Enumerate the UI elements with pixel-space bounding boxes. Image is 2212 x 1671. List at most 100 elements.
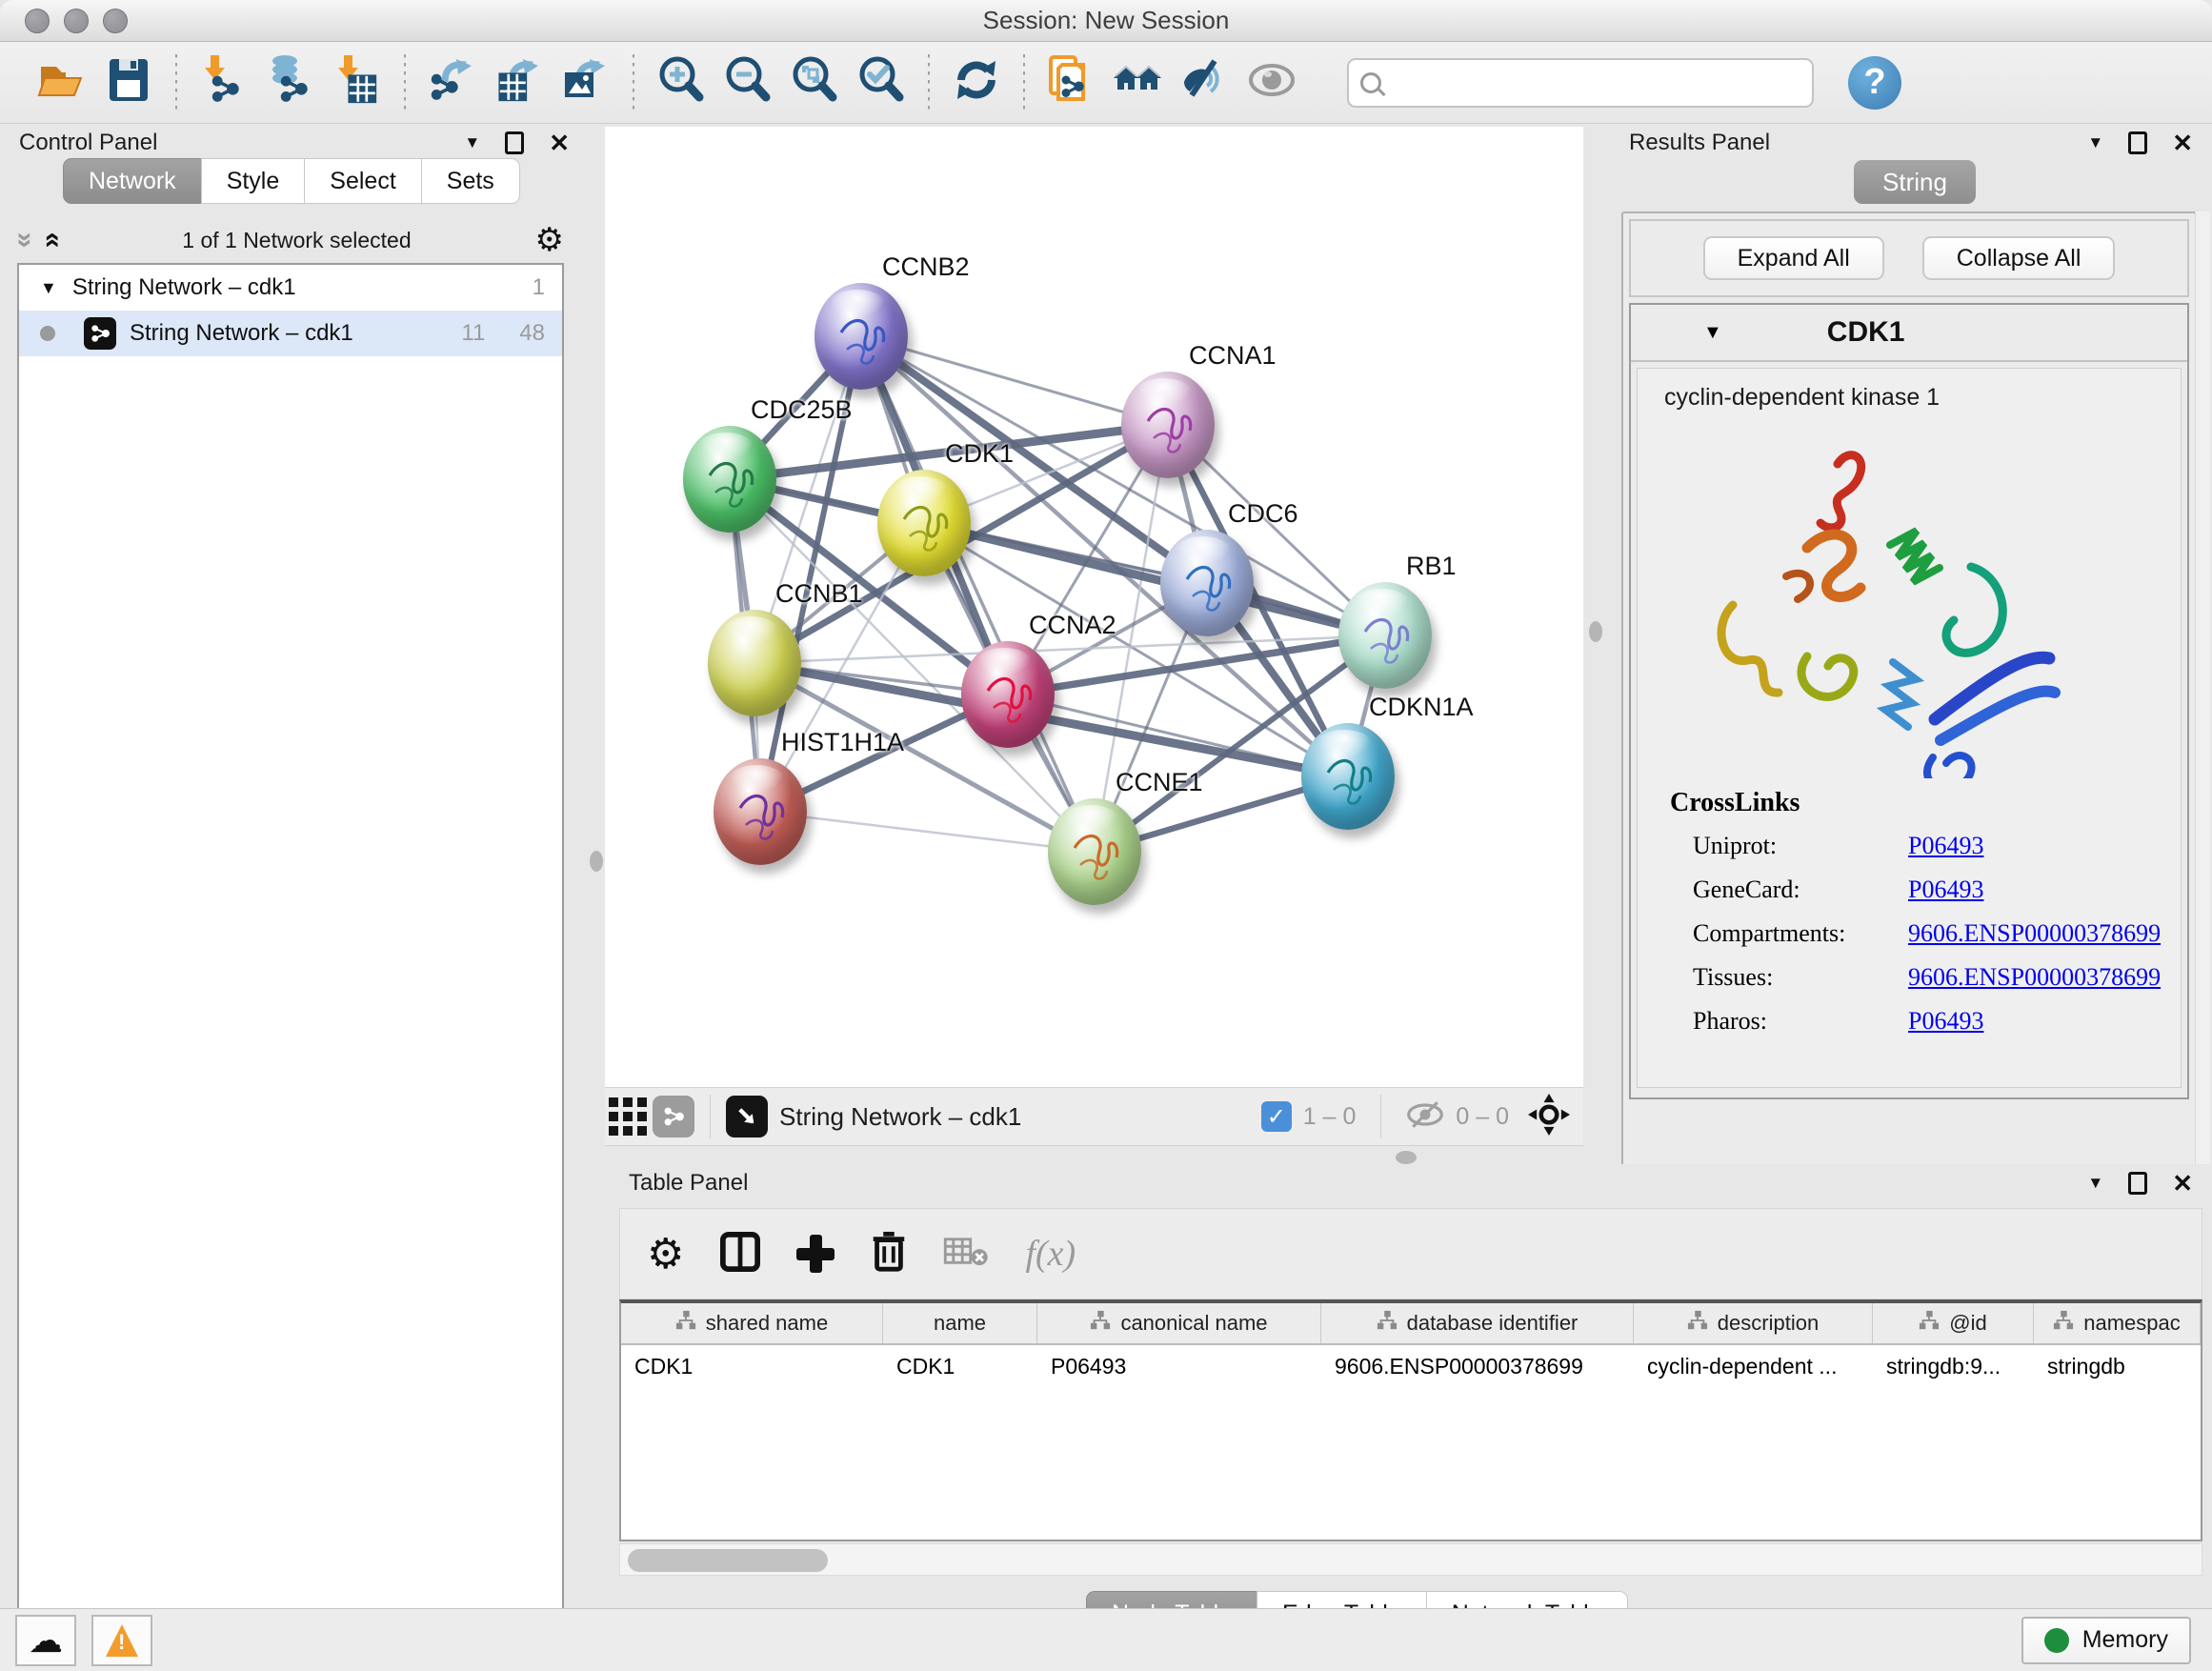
tab-network[interactable]: Network — [63, 158, 202, 204]
tab-select[interactable]: Select — [304, 158, 421, 204]
refresh-view-button[interactable] — [943, 49, 1010, 117]
column-header-namespac[interactable]: namespac — [2034, 1303, 2201, 1343]
add-column-icon[interactable] — [796, 1235, 835, 1273]
crosslink-link[interactable]: 9606.ENSP00000378699 — [1908, 963, 2161, 992]
node-label-hist1h1a: HIST1H1A — [781, 728, 904, 757]
zoom-fit-button[interactable] — [781, 49, 848, 117]
gene-section: ▼ CDK1 cyclin-dependent kinase 1 — [1629, 303, 2189, 1099]
table-row[interactable]: CDK1CDK1P064939606.ENSP00000378699cyclin… — [621, 1345, 2201, 1387]
network-options-gear-icon[interactable]: ⚙ — [535, 221, 564, 259]
tab-string[interactable]: String — [1854, 160, 1976, 204]
float-panel-icon[interactable] — [505, 131, 524, 154]
column-header--id[interactable]: @id — [1873, 1303, 2034, 1343]
split-columns-icon[interactable] — [720, 1232, 760, 1277]
column-header-name[interactable]: name — [883, 1303, 1037, 1343]
gene-section-header[interactable]: ▼ CDK1 — [1631, 305, 2187, 362]
right-splitter-grip[interactable] — [1589, 621, 1602, 642]
crosslink-link[interactable]: P06493 — [1908, 876, 1983, 904]
network-view[interactable]: CCNB2 CCNA1 CDC25B CDK1 CDC6 RB1CCNB1 CC… — [605, 127, 1583, 1087]
warning-icon — [106, 1624, 138, 1657]
selected-checkbox-icon[interactable]: ✓ — [1261, 1101, 1292, 1132]
import-network-file-button[interactable] — [191, 49, 257, 117]
close-results-icon[interactable]: ✕ — [2172, 129, 2193, 158]
open-session-button[interactable] — [29, 49, 95, 117]
close-panel-icon[interactable]: ✕ — [549, 129, 570, 158]
column-label: namespac — [2083, 1311, 2181, 1336]
collapse-panel-icon[interactable]: ▼ — [464, 133, 480, 152]
network-node-ccna1[interactable] — [1121, 372, 1215, 478]
warnings-button[interactable] — [91, 1615, 152, 1666]
zoom-selected-button[interactable] — [848, 49, 915, 117]
save-session-button[interactable] — [95, 49, 162, 117]
network-node-rb1[interactable] — [1338, 582, 1432, 689]
network-node-cdkn1a[interactable] — [1301, 723, 1395, 830]
network-share-icon — [84, 317, 116, 350]
tab-style[interactable]: Style — [201, 158, 306, 204]
collapse-table-icon[interactable]: ▼ — [2087, 1174, 2103, 1193]
network-node-ccnb1[interactable] — [708, 610, 801, 716]
network-node-cdk1[interactable] — [877, 470, 971, 576]
search-icon — [1360, 72, 1381, 93]
import-network-database-button[interactable] — [257, 49, 324, 117]
birdseye-icon[interactable] — [724, 1094, 770, 1139]
help-button[interactable]: ? — [1848, 56, 1901, 110]
export-table-button[interactable] — [486, 49, 553, 117]
expand-all-button[interactable]: Expand All — [1703, 236, 1884, 280]
delete-column-icon[interactable] — [871, 1231, 907, 1278]
column-header-description[interactable]: description — [1634, 1303, 1873, 1343]
table-hscrollbar[interactable] — [619, 1543, 2202, 1576]
hide-graphics-button[interactable] — [1172, 49, 1238, 117]
bottom-splitter-grip[interactable] — [1396, 1151, 1417, 1164]
network-node-ccna2[interactable] — [961, 641, 1055, 748]
column-header-shared-name[interactable]: shared name — [621, 1303, 883, 1343]
memory-button[interactable]: Memory — [2021, 1617, 2191, 1664]
import-table-button[interactable] — [324, 49, 391, 117]
share-document-button[interactable] — [1038, 49, 1105, 117]
show-graphics-details-button[interactable] — [1238, 49, 1305, 117]
table-hscrollbar-thumb[interactable] — [628, 1549, 828, 1572]
collapse-all-networks-icon[interactable]: » — [34, 232, 67, 249]
home-pages-button[interactable] — [1105, 49, 1172, 117]
network-node-ccnb2[interactable] — [814, 283, 908, 390]
gene-caret-icon[interactable]: ▼ — [1703, 322, 1722, 344]
collection-row[interactable]: ▼ String Network – cdk1 1 — [19, 265, 562, 311]
shared-column-icon — [1090, 1310, 1111, 1337]
network-node-ccne1[interactable] — [1048, 798, 1141, 905]
search-field[interactable] — [1347, 58, 1814, 108]
collection-caret-icon[interactable]: ▼ — [40, 278, 57, 298]
results-scrollbar[interactable] — [2195, 211, 2210, 1221]
left-splitter-grip[interactable] — [590, 851, 603, 872]
zoom-out-button[interactable] — [714, 49, 781, 117]
search-input[interactable] — [1389, 70, 1789, 96]
share-view-icon[interactable] — [651, 1094, 696, 1139]
column-header-canonical-name[interactable]: canonical name — [1037, 1303, 1321, 1343]
home-pages-icon — [1112, 53, 1165, 111]
crosshair-icon[interactable] — [1528, 1094, 1570, 1140]
column-header-database-identifier[interactable]: database identifier — [1321, 1303, 1634, 1343]
network-node-cdc25b[interactable] — [683, 426, 776, 533]
crosslink-link[interactable]: P06493 — [1908, 1007, 1983, 1036]
zoom-fit-icon — [788, 53, 841, 111]
export-network-button[interactable] — [419, 49, 486, 117]
collapse-all-button[interactable]: Collapse All — [1922, 236, 2116, 280]
export-image-button[interactable] — [553, 49, 619, 117]
float-table-icon[interactable] — [2128, 1172, 2147, 1195]
tab-sets[interactable]: Sets — [421, 158, 520, 204]
crosslinks-block: CrossLinks Uniprot:P06493GeneCard:P06493… — [1670, 788, 2161, 1051]
collapse-results-icon[interactable]: ▼ — [2087, 133, 2103, 152]
grid-view-icon[interactable] — [605, 1094, 651, 1139]
network-node-cdc6[interactable] — [1160, 530, 1254, 636]
node-label-ccna2: CCNA2 — [1029, 611, 1116, 640]
cloud-status-button[interactable]: ☁ — [15, 1615, 76, 1666]
table-gear-icon[interactable]: ⚙ — [647, 1230, 684, 1278]
network-row[interactable]: String Network – cdk1 11 48 — [19, 311, 562, 356]
node-label-cdc6: CDC6 — [1228, 499, 1298, 529]
float-results-icon[interactable] — [2128, 131, 2147, 154]
network-node-hist1h1a[interactable] — [714, 758, 807, 865]
crosslink-link[interactable]: P06493 — [1908, 832, 1983, 860]
zoom-in-button[interactable] — [648, 49, 714, 117]
refresh-view-icon — [950, 53, 1003, 111]
close-table-icon[interactable]: ✕ — [2172, 1169, 2193, 1198]
crosslink-link[interactable]: 9606.ENSP00000378699 — [1908, 919, 2161, 948]
zoom-selected-icon — [855, 53, 908, 111]
